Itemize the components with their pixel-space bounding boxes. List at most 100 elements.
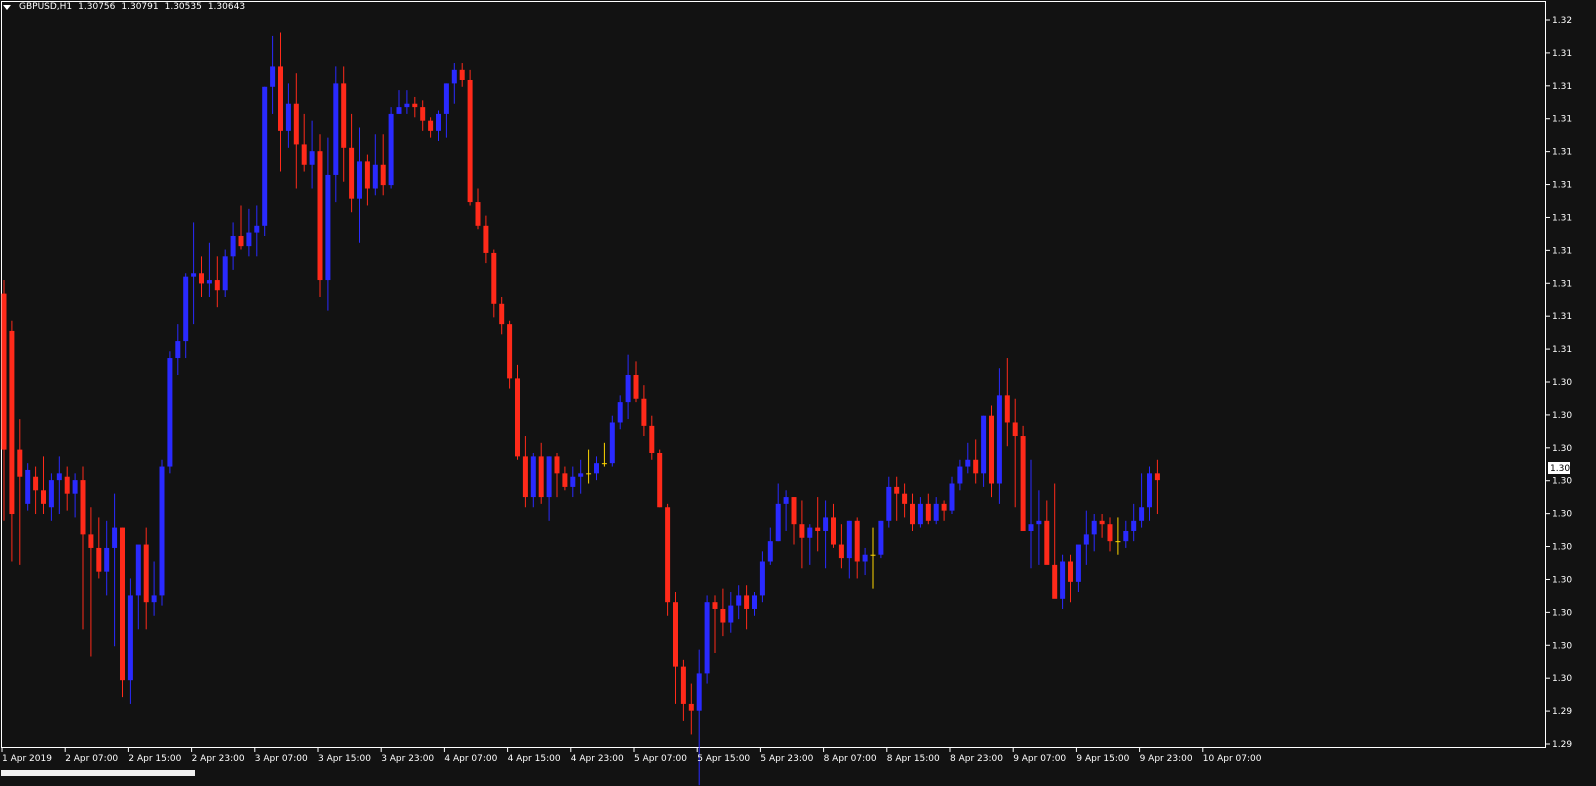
candle xyxy=(341,66,347,182)
candle-body xyxy=(1147,473,1152,508)
candle-body xyxy=(538,456,544,498)
x-tick-label: 10 Apr 07:00 xyxy=(1203,754,1262,764)
candle-body xyxy=(586,473,592,475)
candle xyxy=(965,442,971,474)
candle-body xyxy=(222,256,228,291)
candle xyxy=(933,497,939,525)
y-tick-label: 1.31 xyxy=(1552,213,1572,223)
candle xyxy=(475,188,481,230)
candle xyxy=(33,466,39,515)
candle-body xyxy=(594,463,599,474)
candle xyxy=(712,595,718,654)
candle xyxy=(25,463,31,511)
candle-body xyxy=(64,476,70,494)
y-tick-label: 1.30 xyxy=(1552,411,1572,421)
candle xyxy=(88,507,94,657)
candle-body xyxy=(736,595,742,606)
y-tick-label: 1.31 xyxy=(1552,312,1572,322)
candle-body xyxy=(744,595,750,609)
candle-body xyxy=(996,395,1002,484)
candle xyxy=(499,297,505,335)
candle xyxy=(989,405,994,498)
candle-body xyxy=(696,673,702,711)
candle-body xyxy=(88,534,94,548)
candle-body xyxy=(135,544,141,596)
candle-body xyxy=(1012,422,1018,437)
x-tick-label: 3 Apr 15:00 xyxy=(318,754,371,764)
candle-body xyxy=(925,503,931,521)
candle-body xyxy=(451,69,457,84)
candles-layer xyxy=(1,32,1160,786)
candle xyxy=(1068,554,1073,603)
candle xyxy=(467,69,473,206)
candle xyxy=(420,100,426,131)
candle-body xyxy=(649,425,655,453)
candle-body xyxy=(554,456,560,474)
candle xyxy=(815,497,821,552)
candle xyxy=(309,120,315,189)
candle xyxy=(380,134,386,196)
candle xyxy=(673,592,678,704)
candlestick-chart[interactable]: 1.32 1.31 1.31 1.31 1.31 1.31 1.31 1.31 1.31 1.31… xyxy=(0,0,1596,786)
candle xyxy=(807,524,813,565)
candle-body xyxy=(285,103,291,131)
candle xyxy=(262,86,268,236)
current-price-marker: 1.30 xyxy=(1548,462,1570,474)
candle xyxy=(143,527,149,630)
candle-body xyxy=(120,527,125,681)
candle xyxy=(799,500,805,569)
candle xyxy=(459,63,465,87)
candle-body xyxy=(127,595,133,681)
candle-body xyxy=(522,456,528,498)
candle-body xyxy=(1075,544,1081,582)
candle-body xyxy=(459,69,465,80)
candle-body xyxy=(846,520,852,559)
candle-body xyxy=(878,520,884,555)
candle-body xyxy=(333,83,339,175)
candle xyxy=(925,493,931,525)
candle xyxy=(680,659,686,721)
candle-body xyxy=(388,113,394,186)
candle xyxy=(941,500,947,521)
candle xyxy=(151,561,157,616)
candle-body xyxy=(443,83,449,114)
candle xyxy=(1115,517,1121,555)
candle xyxy=(1154,459,1160,515)
y-tick-label: 1.31 xyxy=(1552,49,1572,59)
plot-frame xyxy=(1,1,1546,748)
candle-body xyxy=(862,554,868,562)
candle-body xyxy=(1036,520,1042,525)
candle-body xyxy=(989,415,994,484)
candle xyxy=(104,520,110,596)
candle xyxy=(191,222,197,325)
candle-body xyxy=(33,476,39,491)
candle xyxy=(783,490,789,531)
candle-body xyxy=(1139,507,1145,521)
candle xyxy=(838,524,844,569)
y-tick-label: 1.30 xyxy=(1552,444,1572,454)
candle xyxy=(775,483,781,542)
candle xyxy=(530,452,536,508)
candle xyxy=(349,113,355,213)
candle-body xyxy=(799,524,805,538)
y-tick-label: 1.31 xyxy=(1552,181,1572,191)
candle-body xyxy=(380,164,386,186)
candle xyxy=(388,107,394,189)
candle xyxy=(96,517,102,579)
candle-body xyxy=(783,497,789,504)
candle-body xyxy=(601,463,607,465)
horizontal-scrollbar[interactable] xyxy=(1,770,195,776)
candle-body xyxy=(420,107,426,121)
x-tick-label: 9 Apr 23:00 xyxy=(1140,754,1193,764)
candle xyxy=(372,134,378,196)
candle xyxy=(159,459,165,606)
candle xyxy=(396,90,402,114)
candle-body xyxy=(80,480,86,535)
y-tick-label: 1.29 xyxy=(1552,707,1572,717)
candle xyxy=(759,551,765,603)
candle xyxy=(167,351,173,474)
candle xyxy=(586,449,592,484)
candle xyxy=(1139,473,1145,528)
candle xyxy=(451,63,457,104)
candle xyxy=(48,473,54,521)
